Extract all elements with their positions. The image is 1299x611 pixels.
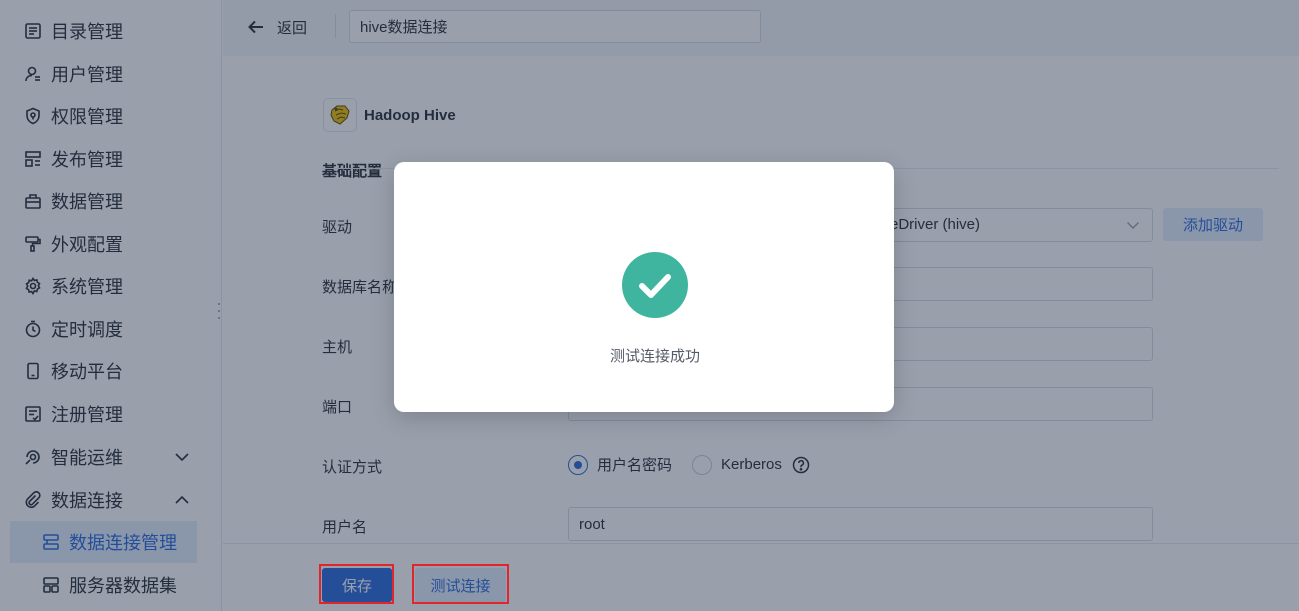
success-dialog: 测试连接成功: [394, 162, 894, 412]
check-circle-icon: [622, 252, 688, 318]
dialog-message: 测试连接成功: [609, 348, 700, 365]
app-root: 目录管理 用户管理 权限管理 发布管理 数据管理 外观配置 系统管理 定时调度: [0, 0, 1299, 611]
